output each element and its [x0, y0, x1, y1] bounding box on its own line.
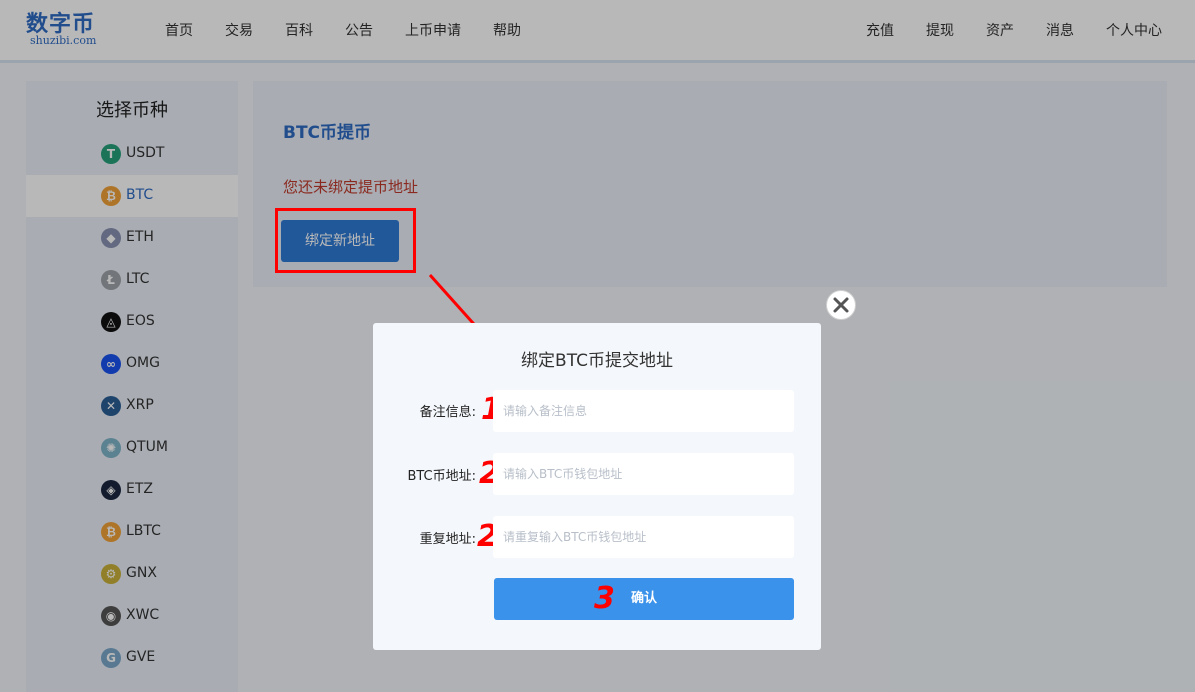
- remark-label: 备注信息:: [419, 405, 476, 420]
- repeat-address-input[interactable]: [493, 516, 794, 558]
- btc-address-input[interactable]: [493, 453, 794, 495]
- confirm-button-label: 确认: [630, 591, 657, 606]
- btc-address-label: BTC币地址:: [407, 469, 476, 484]
- close-icon: [833, 297, 849, 313]
- repeat-address-label: 重复地址:: [419, 532, 476, 547]
- remark-input[interactable]: [493, 390, 794, 432]
- dialog-title: 绑定BTC币提交地址: [521, 351, 673, 371]
- close-dialog-button[interactable]: [826, 290, 856, 320]
- confirm-button[interactable]: 3 确认: [494, 578, 794, 620]
- bind-address-dialog: 绑定BTC币提交地址 备注信息: 1 BTC币地址: 2 重复地址: 2 3 确…: [373, 323, 821, 650]
- annotation-highlight-box: [275, 208, 416, 273]
- step-number-3: 3: [594, 581, 615, 616]
